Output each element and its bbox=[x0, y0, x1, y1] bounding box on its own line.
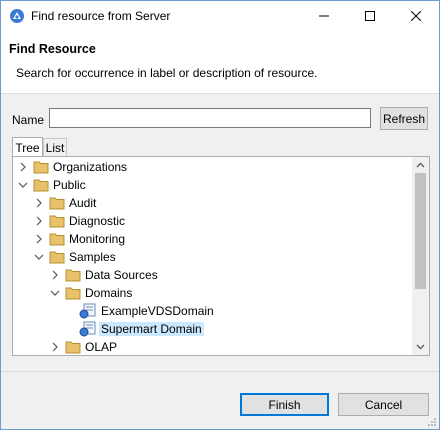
finish-button[interactable]: Finish bbox=[240, 393, 329, 416]
tree-row-diagnostic[interactable]: Diagnostic bbox=[13, 212, 413, 230]
find-resource-dialog: Find resource from Server Find Resource … bbox=[0, 0, 440, 430]
title-bar[interactable]: Find resource from Server bbox=[1, 1, 439, 31]
tree-row-samples[interactable]: Samples bbox=[13, 248, 413, 266]
folder-icon bbox=[33, 161, 49, 174]
refresh-button[interactable]: Refresh bbox=[380, 107, 428, 130]
tree-row-audit[interactable]: Audit bbox=[13, 194, 413, 212]
tree-row-label: Public bbox=[53, 178, 86, 192]
cancel-button[interactable]: Cancel bbox=[338, 393, 429, 416]
tab-list[interactable]: List bbox=[43, 138, 67, 156]
name-input[interactable] bbox=[49, 108, 371, 128]
header-title: Find Resource bbox=[9, 42, 96, 56]
scroll-up-arrow[interactable] bbox=[415, 159, 426, 171]
tree-row-label-selected: Supermart Domain bbox=[99, 322, 204, 336]
name-label: Name bbox=[12, 113, 45, 127]
chevron-right-icon[interactable] bbox=[34, 215, 44, 227]
app-icon bbox=[10, 9, 24, 23]
tree-row-label: Domains bbox=[85, 286, 133, 300]
chevron-right-icon[interactable] bbox=[50, 341, 60, 353]
footer-divider bbox=[1, 371, 439, 372]
tree-row-label: ExampleVDSDomain bbox=[101, 304, 214, 318]
chevron-right-icon[interactable] bbox=[50, 269, 60, 281]
tree-row-public[interactable]: Public bbox=[13, 176, 413, 194]
chevron-down-icon[interactable] bbox=[18, 179, 28, 191]
close-icon bbox=[411, 11, 421, 21]
tree-row-olap[interactable]: OLAP bbox=[13, 338, 413, 355]
tree-row-label: Monitoring bbox=[69, 232, 126, 246]
window-title: Find resource from Server bbox=[31, 9, 171, 23]
tree-row-label: Samples bbox=[69, 250, 116, 264]
tree-row-domains[interactable]: Domains bbox=[13, 284, 413, 302]
minimize-button[interactable] bbox=[301, 1, 347, 31]
resource-tree[interactable]: Organizations Public Audit Diagnostic Mo… bbox=[12, 156, 430, 356]
tree-row-label: Diagnostic bbox=[69, 214, 126, 228]
tree-row-label: OLAP bbox=[85, 340, 118, 354]
scroll-thumb[interactable] bbox=[415, 173, 426, 289]
dialog-header: Find Resource Search for occurrence in l… bbox=[1, 31, 439, 94]
minimize-icon bbox=[319, 15, 329, 17]
tab-tree[interactable]: Tree bbox=[12, 137, 43, 157]
folder-icon bbox=[49, 215, 65, 228]
tree-row-label: Data Sources bbox=[85, 268, 158, 282]
maximize-button[interactable] bbox=[347, 1, 393, 31]
resize-grip-icon[interactable] bbox=[427, 417, 437, 427]
tree-scrollbar[interactable] bbox=[412, 157, 429, 355]
chevron-down-icon[interactable] bbox=[34, 251, 44, 263]
tree-row-label: Organizations bbox=[53, 160, 128, 174]
tree-row-organizations[interactable]: Organizations bbox=[13, 158, 413, 176]
domain-icon bbox=[79, 321, 96, 337]
maximize-icon bbox=[365, 11, 375, 21]
folder-open-icon bbox=[33, 179, 49, 192]
tree-row-label: Audit bbox=[69, 196, 97, 210]
close-button[interactable] bbox=[393, 1, 439, 31]
chevron-up-icon bbox=[416, 162, 425, 168]
folder-open-icon bbox=[49, 251, 65, 264]
tree-row-supermart-domain[interactable]: Supermart Domain bbox=[13, 320, 413, 338]
header-description: Search for occurrence in label or descri… bbox=[16, 66, 318, 80]
folder-icon bbox=[65, 269, 81, 282]
tree-row-examplevdsdomain[interactable]: ExampleVDSDomain bbox=[13, 302, 413, 320]
chevron-down-icon[interactable] bbox=[50, 287, 60, 299]
folder-icon bbox=[65, 341, 81, 354]
chevron-down-icon bbox=[416, 344, 425, 350]
folder-open-icon bbox=[65, 287, 81, 300]
folder-icon bbox=[49, 197, 65, 210]
tree-row-monitoring[interactable]: Monitoring bbox=[13, 230, 413, 248]
domain-icon bbox=[79, 303, 96, 319]
tree-row-data-sources[interactable]: Data Sources bbox=[13, 266, 413, 284]
folder-icon bbox=[49, 233, 65, 246]
scroll-down-arrow[interactable] bbox=[415, 341, 426, 353]
chevron-right-icon[interactable] bbox=[34, 197, 44, 209]
chevron-right-icon[interactable] bbox=[18, 161, 28, 173]
chevron-right-icon[interactable] bbox=[34, 233, 44, 245]
